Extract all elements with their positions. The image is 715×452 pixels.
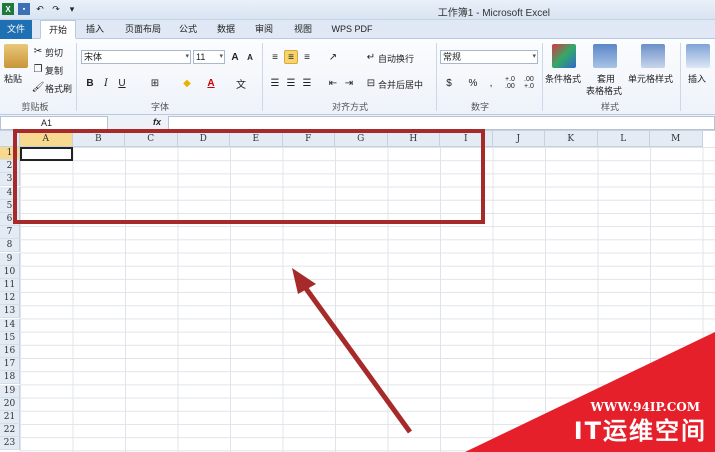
- arrow-head: [292, 268, 316, 294]
- arrow-shaft: [299, 281, 413, 434]
- watermark-name: IT运维空间: [573, 417, 707, 445]
- watermark: WWW.94IP.COM IT运维空间: [455, 332, 715, 452]
